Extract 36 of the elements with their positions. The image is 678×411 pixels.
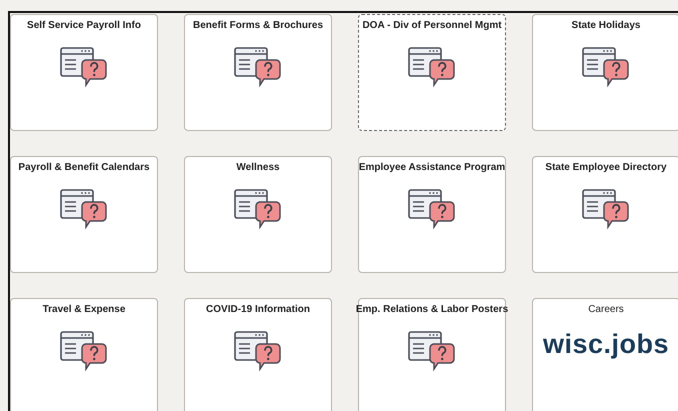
tile[interactable]: Travel & Expense bbox=[10, 298, 158, 411]
tile-title: Wellness bbox=[236, 162, 280, 173]
help-window-icon bbox=[408, 331, 456, 372]
tile-title: Travel & Expense bbox=[42, 304, 126, 315]
logo: wisc.jobs bbox=[542, 329, 670, 360]
tile-title: Careers bbox=[588, 304, 624, 315]
tile[interactable]: State Employee Directory bbox=[532, 156, 678, 273]
help-window-icon bbox=[234, 189, 282, 230]
tile[interactable]: Payroll & Benefit Calendars bbox=[10, 156, 158, 273]
help-window-icon bbox=[60, 331, 108, 372]
tile-title: Emp. Relations & Labor Posters bbox=[356, 304, 508, 315]
help-window-icon bbox=[234, 331, 282, 372]
tile[interactable]: COVID-19 Information bbox=[184, 298, 332, 411]
tile-title: Self Service Payroll Info bbox=[27, 20, 141, 31]
help-window-icon bbox=[582, 189, 630, 230]
help-window-icon bbox=[408, 47, 456, 88]
help-window-icon bbox=[60, 189, 108, 230]
tile[interactable]: State Holidays bbox=[532, 14, 678, 131]
tile[interactable]: Wellness bbox=[184, 156, 332, 273]
help-window-icon bbox=[582, 47, 630, 88]
help-window-icon bbox=[408, 189, 456, 230]
tile[interactable]: Benefit Forms & Brochures bbox=[184, 14, 332, 131]
tile-title: State Holidays bbox=[572, 20, 640, 31]
help-window-icon bbox=[234, 47, 282, 88]
tile[interactable]: Self Service Payroll Info bbox=[10, 14, 158, 131]
tile-title: Benefit Forms & Brochures bbox=[192, 20, 324, 31]
tile[interactable]: Careers wisc.jobs bbox=[532, 298, 678, 411]
tile-title: Payroll & Benefit Calendars bbox=[18, 162, 150, 173]
tile-title: DOA - Div of Personnel Mgmt bbox=[362, 20, 502, 31]
tile-title: State Employee Directory bbox=[545, 162, 667, 173]
tile[interactable]: Employee Assistance Program bbox=[358, 156, 506, 273]
tile-title: COVID-19 Information bbox=[206, 304, 310, 315]
help-window-icon bbox=[60, 47, 108, 88]
tile-title: Employee Assistance Program bbox=[358, 162, 506, 173]
tile[interactable]: Emp. Relations & Labor Posters bbox=[358, 298, 506, 411]
tile[interactable]: DOA - Div of Personnel Mgmt bbox=[358, 14, 506, 131]
